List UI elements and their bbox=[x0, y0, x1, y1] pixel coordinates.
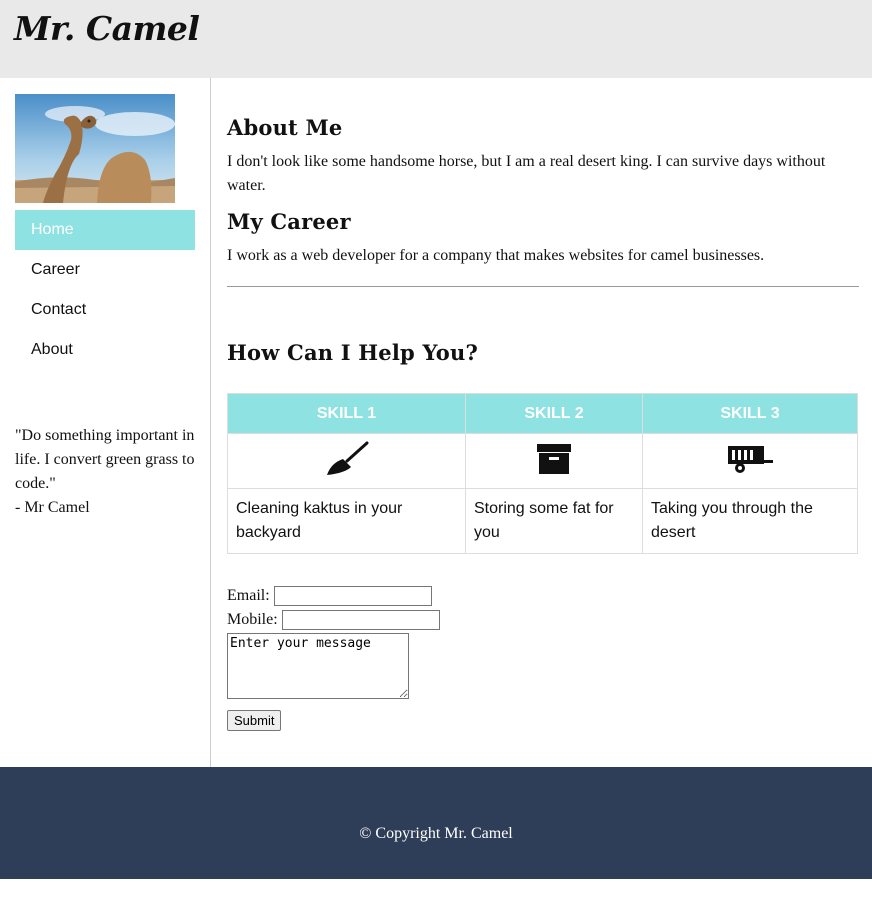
trailer-icon bbox=[728, 445, 773, 473]
skill-text-3: Taking you through the desert bbox=[642, 488, 858, 554]
skills-header-row: SKILL 1 SKILL 2 SKILL 3 bbox=[227, 393, 858, 434]
skill-text-2: Storing some fat for you bbox=[465, 488, 643, 554]
email-field[interactable] bbox=[273, 586, 432, 607]
help-heading: How Can I Help You? bbox=[227, 340, 478, 365]
contact-form: Email: Mobile: Enter your message Submit bbox=[227, 584, 859, 731]
skill-icon-cell-2 bbox=[465, 433, 643, 489]
email-label: Email: bbox=[227, 587, 270, 604]
copyright-text: © Copyright Mr. Camel bbox=[359, 825, 513, 842]
message-textarea[interactable]: Enter your message bbox=[227, 633, 409, 699]
skills-table: SKILL 1 SKILL 2 SKILL 3 Cleaning kaktus … bbox=[227, 393, 858, 554]
main-content: About Me I don't look like some handsome… bbox=[211, 78, 872, 767]
message-row: Enter your message bbox=[227, 632, 859, 704]
nav-item-career[interactable]: Career bbox=[15, 250, 195, 290]
skills-icon-row bbox=[227, 433, 858, 489]
skill-icon-cell-1 bbox=[227, 433, 466, 489]
broom-icon bbox=[326, 441, 368, 475]
sidebar: Home Career Contact About "Do something … bbox=[0, 78, 211, 767]
nav-item-about[interactable]: About bbox=[15, 330, 195, 370]
sidebar-quote: "Do something important in life. I conve… bbox=[15, 424, 195, 520]
skills-text-row: Cleaning kaktus in your backyard Storing… bbox=[227, 488, 858, 554]
section-divider bbox=[227, 286, 859, 287]
site-footer: © Copyright Mr. Camel bbox=[0, 767, 872, 879]
skill-header-1: SKILL 1 bbox=[227, 393, 466, 434]
nav-item-contact[interactable]: Contact bbox=[15, 290, 195, 330]
skill-text-1: Cleaning kaktus in your backyard bbox=[227, 488, 466, 554]
career-heading: My Career bbox=[227, 209, 351, 234]
skill-header-2: SKILL 2 bbox=[465, 393, 643, 434]
mobile-row: Mobile: bbox=[227, 608, 859, 632]
submit-button[interactable]: Submit bbox=[227, 710, 282, 731]
skill-icon-cell-3 bbox=[642, 433, 858, 489]
career-text: I work as a web developer for a company … bbox=[227, 247, 765, 264]
email-row: Email: bbox=[227, 584, 859, 608]
quote-text: "Do something important in life. I conve… bbox=[15, 427, 195, 492]
nav-item-home[interactable]: Home bbox=[15, 210, 195, 250]
mobile-label: Mobile: bbox=[227, 611, 278, 628]
site-logo: Mr. Camel bbox=[14, 9, 200, 48]
sidebar-nav: Home Career Contact About bbox=[15, 210, 195, 370]
about-heading: About Me bbox=[227, 115, 343, 140]
skill-header-3: SKILL 3 bbox=[642, 393, 858, 434]
camel-photo bbox=[15, 94, 175, 203]
site-header: Mr. Camel bbox=[0, 0, 872, 78]
mobile-field[interactable] bbox=[281, 610, 440, 631]
archive-box-icon bbox=[537, 443, 571, 474]
about-text: I don't look like some handsome horse, b… bbox=[227, 153, 826, 194]
quote-author: - Mr Camel bbox=[15, 499, 90, 516]
page-body: Home Career Contact About "Do something … bbox=[0, 78, 872, 767]
